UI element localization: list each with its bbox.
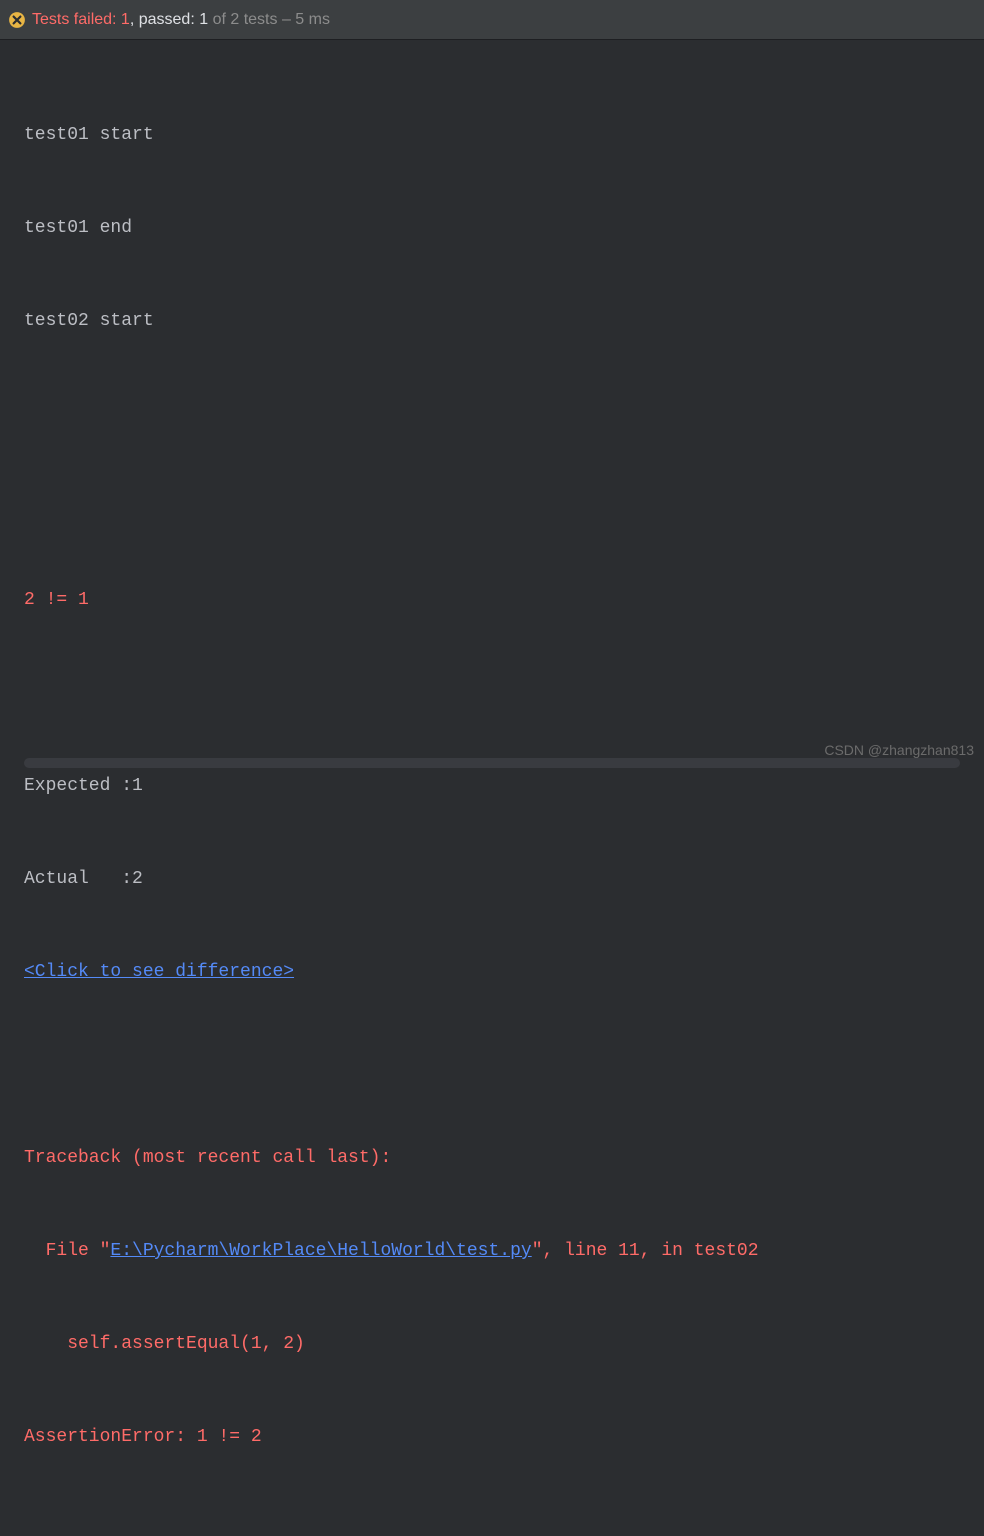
file-suffix: ", line 11, in test02 (532, 1241, 759, 1261)
empty-line (24, 399, 960, 430)
assertion-diff: 2 != 1 (24, 585, 960, 616)
error-badge-icon (8, 11, 26, 29)
assert-call-line: self.assertEqual(1, 2) (24, 1329, 960, 1360)
file-prefix: File " (24, 1241, 110, 1261)
assertion-error-line: AssertionError: 1 != 2 (24, 1422, 960, 1453)
click-to-see-difference-link[interactable]: <Click to see difference> (24, 962, 294, 982)
empty-line (24, 1515, 960, 1536)
console-output[interactable]: test01 start test01 end test02 start 2 !… (0, 40, 984, 1536)
traceback-file-line: File "E:\Pycharm\WorkPlace\HelloWorld\te… (24, 1236, 960, 1267)
tests-summary-suffix: of 2 tests – 5 ms (208, 11, 330, 28)
output-line: test01 end (24, 213, 960, 244)
empty-line (24, 1050, 960, 1081)
watermark: CSDN @zhangzhan813 (824, 742, 974, 758)
comma: , (130, 11, 134, 28)
expected-line: Expected :1 (24, 771, 960, 802)
test-status-bar: Tests failed: 1, passed: 1 of 2 tests – … (0, 0, 984, 40)
output-line: test02 start (24, 306, 960, 337)
empty-line (24, 678, 960, 709)
tests-failed-label: Tests failed: 1 (32, 11, 130, 28)
actual-line: Actual :2 (24, 864, 960, 895)
status-bar-text: Tests failed: 1, passed: 1 of 2 tests – … (32, 11, 330, 29)
horizontal-scrollbar[interactable] (24, 758, 960, 768)
output-line: test01 start (24, 120, 960, 151)
traceback-header: Traceback (most recent call last): (24, 1143, 960, 1174)
click-diff-link-line: <Click to see difference> (24, 957, 960, 988)
tests-passed-label: passed: 1 (139, 11, 208, 28)
file-path-link[interactable]: E:\Pycharm\WorkPlace\HelloWorld\test.py (110, 1241, 531, 1261)
empty-line (24, 492, 960, 523)
